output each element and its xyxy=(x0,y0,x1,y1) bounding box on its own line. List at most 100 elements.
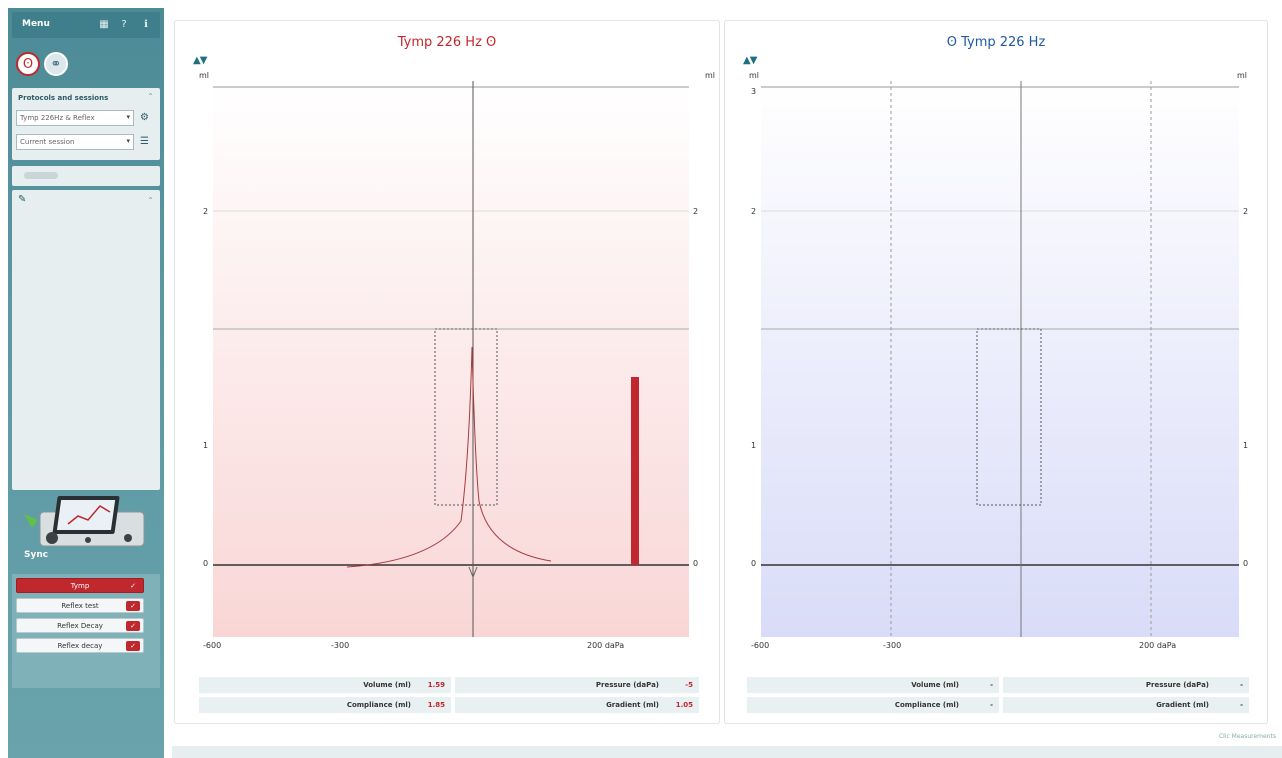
y-unit-right: ml xyxy=(1237,71,1248,80)
right-ear-icon: ʘ xyxy=(486,35,497,50)
x-tick: -600 xyxy=(751,641,770,650)
notes-icon[interactable]: ✎ xyxy=(18,194,26,205)
y-tick: 0 xyxy=(693,559,699,568)
left-ear-icon: ʘ xyxy=(946,35,962,50)
bottom-bar xyxy=(172,746,1282,758)
metric-value: -5 xyxy=(685,681,693,689)
x-tick: -600 xyxy=(203,641,222,650)
metric-label: Gradient (ml) xyxy=(606,701,659,709)
protocols-panel: Protocols and sessions ⌃ Tymp 226Hz & Re… xyxy=(12,88,160,160)
volume-metric: Volume (ml) - xyxy=(747,677,999,693)
x-tick: -300 xyxy=(331,641,350,650)
chart-title-text: Tymp 226 Hz xyxy=(397,35,482,50)
y-unit-left: ml xyxy=(749,71,760,80)
left-ear-tymp-panel: ʘ Tymp 226 Hz ▲▼ ml ml 3 2 1 0 2 1 0 -60… xyxy=(724,20,1268,724)
y-tick: 2 xyxy=(203,207,209,216)
metric-value: 1.05 xyxy=(675,701,693,709)
metric-label: Pressure (daPa) xyxy=(1145,681,1209,689)
pressure-metric: Pressure (daPa) -5 xyxy=(455,677,699,693)
metric-label: Volume (ml) xyxy=(363,681,411,689)
info-icon[interactable]: ℹ xyxy=(140,19,152,31)
chart-title-text: Tymp 226 Hz xyxy=(961,35,1046,50)
plot-background xyxy=(761,81,1239,637)
grid-icon[interactable]: ▦ xyxy=(98,19,110,31)
right-ear-tymp-panel: Tymp 226 Hz ʘ ▲▼ ml ml 2 1 0 2 0 -600 -3… xyxy=(174,20,720,724)
test-tymp-button[interactable]: Tymp ✓ xyxy=(16,578,144,593)
right-ear-tymp-chart[interactable] xyxy=(213,81,689,637)
volume-bar xyxy=(631,377,639,565)
session-select[interactable]: Current session ▾ xyxy=(16,134,134,150)
pressure-metric: Pressure (daPa) - xyxy=(1003,677,1249,693)
test-reflex-decay-2-button[interactable]: Reflex decay ✓ xyxy=(16,638,144,653)
session-list-icon[interactable]: ☰ xyxy=(140,136,149,147)
chevron-down-icon: ▾ xyxy=(126,113,130,121)
sidebar: Menu ▦ ? ℹ ʘ ⚭ Protocols and sessions ⌃ … xyxy=(8,8,164,758)
tympanometer-device-icon xyxy=(24,496,145,547)
ear-icon: ʘ xyxy=(22,56,34,72)
left-ear-tymp-chart[interactable] xyxy=(761,81,1239,637)
metric-value: - xyxy=(990,701,993,709)
protocol-select-value: Tymp 226Hz & Reflex xyxy=(20,114,95,122)
collapse-icon[interactable]: ⌃ xyxy=(147,92,154,101)
check-icon: ✓ xyxy=(126,641,140,651)
binaural-icon: ⚭ xyxy=(50,56,62,72)
protocol-settings-icon[interactable]: ⚙ xyxy=(140,112,149,123)
help-icon[interactable]: ? xyxy=(118,19,130,31)
scale-arrows[interactable]: ▲▼ xyxy=(193,55,207,66)
metric-label: Gradient (ml) xyxy=(1156,701,1209,709)
metric-label: Pressure (daPa) xyxy=(595,681,659,689)
sync-label: Sync xyxy=(24,550,49,560)
metric-value: - xyxy=(1240,701,1243,709)
compliance-metric: Compliance (ml) - xyxy=(747,697,999,713)
y-tick: 0 xyxy=(751,559,757,568)
y-tick: 2 xyxy=(1243,207,1249,216)
gradient-metric: Gradient (ml) - xyxy=(1003,697,1249,713)
y-tick: 1 xyxy=(751,441,757,450)
x-tick: -300 xyxy=(883,641,902,650)
binaural-button[interactable]: ⚭ xyxy=(44,52,68,76)
y-unit-right: ml xyxy=(705,71,716,80)
metric-label: Compliance (ml) xyxy=(894,701,959,709)
scale-arrows[interactable]: ▲▼ xyxy=(743,55,757,66)
test-reflex-decay-button[interactable]: Reflex Decay ✓ xyxy=(16,618,144,633)
protocol-select[interactable]: Tymp 226Hz & Reflex ▾ xyxy=(16,110,134,126)
notes-panel: ✎ ⌃ xyxy=(12,190,160,490)
menu-header: Menu ▦ ? ℹ xyxy=(12,12,160,38)
slider-handle[interactable] xyxy=(24,172,58,179)
tools-panel xyxy=(12,166,160,186)
test-label: Tymp xyxy=(70,582,90,590)
check-icon: ✓ xyxy=(126,621,140,631)
metric-value: 1.59 xyxy=(427,681,445,689)
metric-value: - xyxy=(990,681,993,689)
compliance-metric: Compliance (ml) 1.85 xyxy=(199,697,451,713)
collapse-icon[interactable]: ⌃ xyxy=(147,196,154,205)
right-ear-button[interactable]: ʘ xyxy=(16,52,40,76)
y-tick: 0 xyxy=(203,559,209,568)
protocols-panel-title: Protocols and sessions xyxy=(18,94,109,102)
test-reflex-button[interactable]: Reflex test ✓ xyxy=(16,598,144,613)
x-tick: 200 daPa xyxy=(587,641,625,650)
metric-label: Volume (ml) xyxy=(911,681,959,689)
chart-title: Tymp 226 Hz ʘ xyxy=(175,35,719,50)
test-label: Reflex decay xyxy=(57,642,103,650)
footer-status: Clic Measurements xyxy=(1218,733,1276,740)
y-tick: 3 xyxy=(751,87,757,96)
y-tick: 2 xyxy=(693,207,699,216)
device-image: Sync xyxy=(18,494,148,574)
volume-metric: Volume (ml) 1.59 xyxy=(199,677,451,693)
plot-background xyxy=(213,81,689,637)
check-icon: ✓ xyxy=(130,582,136,590)
x-tick: 200 daPa xyxy=(1139,641,1177,650)
test-label: Reflex test xyxy=(61,602,99,610)
test-label: Reflex Decay xyxy=(57,622,103,630)
metric-label: Compliance (ml) xyxy=(346,701,411,709)
menu-title[interactable]: Menu xyxy=(22,19,50,29)
metric-value: 1.85 xyxy=(427,701,445,709)
session-select-value: Current session xyxy=(20,138,75,146)
chart-title: ʘ Tymp 226 Hz xyxy=(725,35,1267,50)
chevron-down-icon: ▾ xyxy=(126,137,130,145)
metric-value: - xyxy=(1240,681,1243,689)
test-list: Tymp ✓ Reflex test ✓ Reflex Decay ✓ Refl… xyxy=(12,574,160,688)
check-icon: ✓ xyxy=(126,601,140,611)
y-tick: 2 xyxy=(751,207,757,216)
